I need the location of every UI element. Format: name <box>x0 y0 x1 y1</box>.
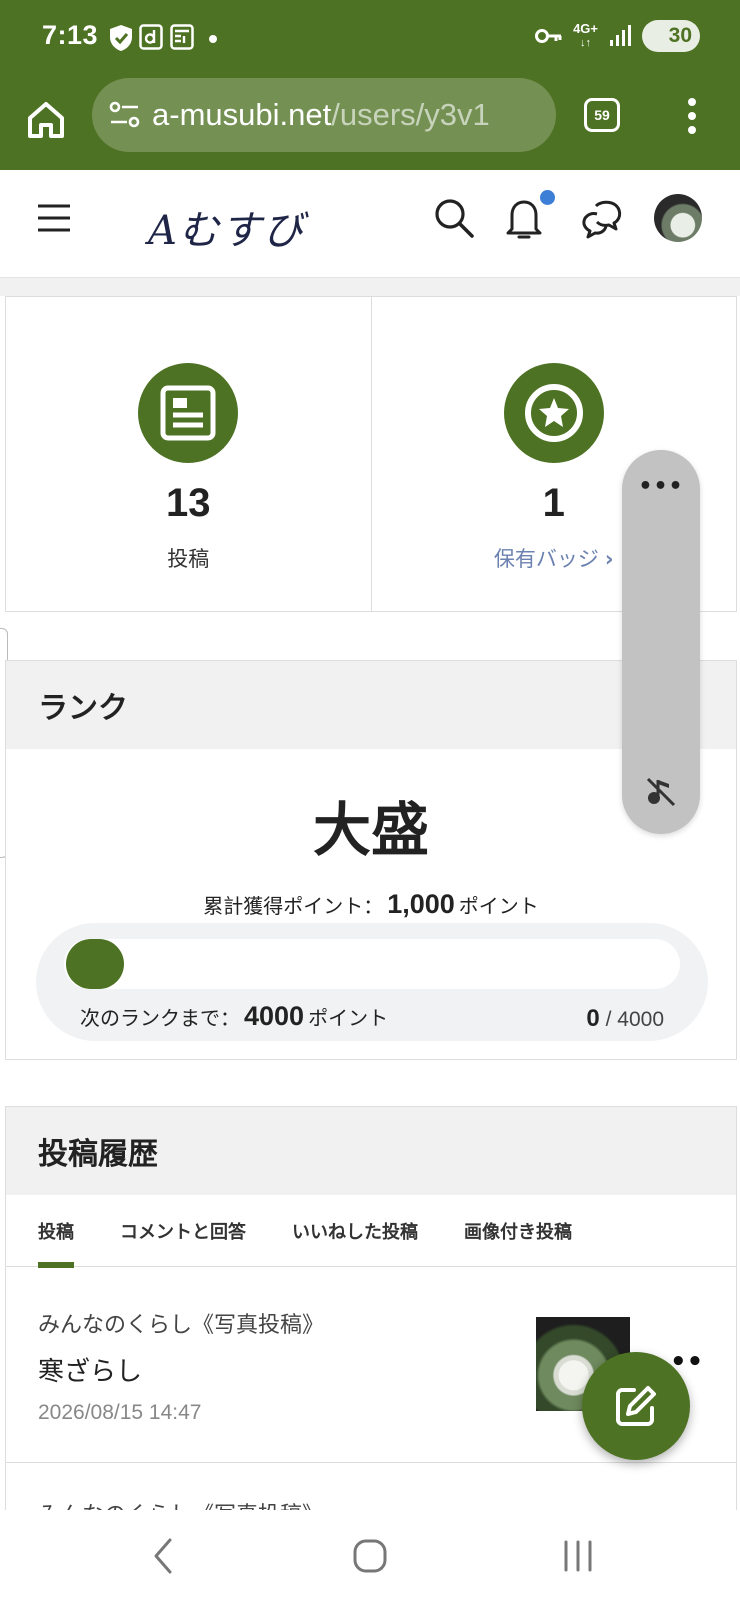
search-icon[interactable] <box>432 196 476 240</box>
posts-stat: 13 投稿 <box>6 297 371 611</box>
post-category: みんなのくらし《写真投稿》 <box>38 1313 325 1338</box>
tab-liked-posts[interactable]: いいねした投稿 <box>292 1195 418 1267</box>
divider-strip <box>0 278 740 296</box>
posts-label: 投稿 <box>167 547 210 571</box>
tab-switcher-button[interactable]: 59 <box>584 98 620 132</box>
url-text: a-musubi.net/users/y3v1 <box>152 97 490 133</box>
progress-count: 0 / 4000 <box>586 1005 664 1033</box>
post-title[interactable]: 寒ざらし <box>38 1351 142 1388</box>
rank-progress-bar <box>64 939 680 989</box>
next-rank-text: 次のランクまで： 4000 ポイント <box>80 1001 388 1032</box>
bell-icon[interactable] <box>504 196 544 242</box>
music-off-icon[interactable] <box>644 774 678 808</box>
d-app-icon <box>139 24 163 50</box>
post-date: 2026/08/15 14:47 <box>38 1401 202 1424</box>
history-tabs: 投稿 コメントと回答 いいねした投稿 画像付き投稿 <box>6 1195 736 1268</box>
total-unit: ポイント <box>458 894 539 918</box>
tab-comments-answers[interactable]: コメントと回答 <box>120 1195 246 1267</box>
url-host: a-musubi.net <box>152 97 332 132</box>
star-badge-icon <box>524 384 583 442</box>
compose-fab[interactable] <box>582 1352 690 1460</box>
total-label: 累計獲得ポイント： <box>203 894 384 918</box>
network-label: 4G+ <box>573 21 598 36</box>
edit-icon <box>616 1386 656 1426</box>
battery-level: 30 <box>668 24 692 47</box>
browser-toolbar: a-musubi.net/users/y3v1 59 <box>0 78 740 170</box>
status-bar: 7:13 4G+ ↓↑ 30 <box>0 0 740 78</box>
chevron-right-icon: › <box>604 547 614 571</box>
tab-image-posts[interactable]: 画像付き投稿 <box>464 1195 572 1267</box>
network-4g-icon: 4G+ ↓↑ <box>573 21 598 49</box>
post-history-heading: 投稿履歴 <box>6 1107 736 1195</box>
address-bar[interactable]: a-musubi.net/users/y3v1 <box>92 78 556 152</box>
battery-icon: 30 <box>642 20 700 52</box>
status-right: 4G+ ↓↑ 30 <box>535 20 700 52</box>
shield-icon <box>110 25 132 51</box>
post-history-section: 投稿履歴 投稿 コメントと回答 いいねした投稿 画像付き投稿 みんなのくらし《写… <box>5 1106 737 1526</box>
rank-progress-fill <box>66 939 124 989</box>
notification-dot <box>540 190 555 205</box>
url-path: /users/y3v1 <box>331 97 490 132</box>
chat-icon[interactable] <box>580 198 624 240</box>
avatar[interactable] <box>654 194 702 242</box>
tab-posts[interactable]: 投稿 <box>38 1195 74 1268</box>
posts-stat-badge <box>138 363 239 463</box>
floating-media-pill[interactable]: ••• <box>622 450 700 834</box>
progress-current: 0 <box>586 1005 600 1032</box>
article-icon <box>160 385 216 441</box>
tab-count: 59 <box>594 107 610 123</box>
rank-total-points: 累計獲得ポイント： 1,000 ポイント <box>6 889 736 920</box>
home-nav-icon[interactable] <box>348 1534 392 1578</box>
newspaper-icon <box>170 24 194 50</box>
progress-separator: / <box>605 1008 612 1031</box>
badges-stat-badge <box>503 363 604 463</box>
back-icon[interactable] <box>142 1534 186 1578</box>
total-value: 1,000 <box>387 889 455 919</box>
next-value: 4000 <box>244 1001 305 1031</box>
site-settings-icon[interactable] <box>106 96 144 134</box>
dot-icon <box>209 35 217 43</box>
more-horiz-icon[interactable]: ••• <box>622 474 700 499</box>
recents-icon[interactable] <box>556 1534 600 1578</box>
home-icon[interactable] <box>22 96 70 144</box>
status-time: 7:13 <box>42 20 99 50</box>
rank-progress-card: 次のランクまで： 4000 ポイント 0 / 4000 <box>36 923 708 1041</box>
signal-icon <box>610 25 631 46</box>
badges-label: 保有バッジ <box>493 547 599 571</box>
site-header: Aむすび <box>0 170 740 278</box>
more-vert-icon[interactable] <box>680 96 704 136</box>
progress-max: 4000 <box>617 1008 664 1031</box>
next-unit: ポイント <box>308 1006 389 1030</box>
key-icon <box>535 29 562 43</box>
next-label: 次のランクまで： <box>80 1006 240 1030</box>
menu-icon[interactable] <box>36 202 72 234</box>
system-nav-bar <box>0 1510 740 1603</box>
posts-count: 13 <box>166 481 211 525</box>
site-logo[interactable]: Aむすび <box>148 198 305 256</box>
